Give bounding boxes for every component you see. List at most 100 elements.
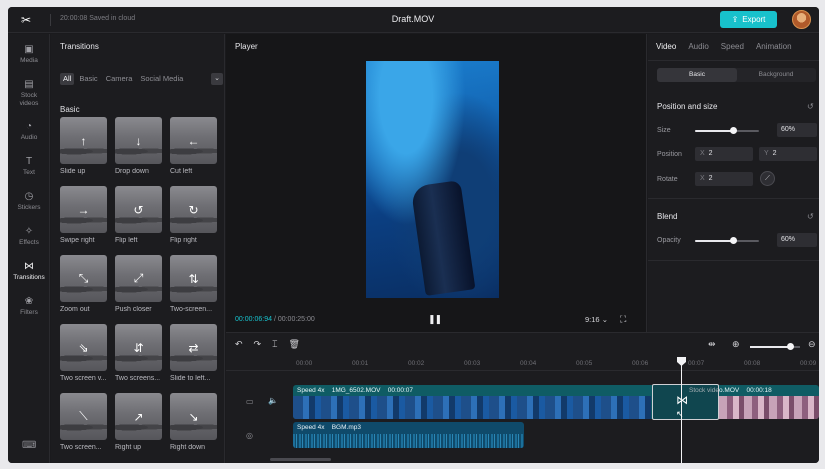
slider-thumb[interactable] [730, 237, 737, 244]
transition-preview-icon: ⇅ [188, 271, 199, 286]
transition-label: Two-screen... [170, 306, 213, 313]
rail-item-stickers[interactable]: ◷ Stickers [8, 190, 50, 211]
rotate-knob-icon[interactable]: ⟋ [760, 171, 775, 186]
size-slider[interactable] [695, 127, 759, 134]
segment-background[interactable]: Background [736, 68, 816, 82]
timeline-zoom-slider[interactable] [750, 343, 800, 350]
text-icon: T [25, 156, 33, 167]
transition-tile[interactable]: ↘ [170, 393, 217, 440]
left-rail: ▣ Media ▤ Stock videos ◔ Audio T Text ◷ … [8, 34, 50, 463]
audio-waveform [293, 434, 524, 448]
aspect-ratio-select[interactable]: 9:16 ⌄ [585, 315, 608, 324]
filter-camera[interactable]: Camera [103, 73, 136, 85]
transition-tile[interactable]: ⇄ [170, 324, 217, 371]
rail-item-audio[interactable]: ◔ Audio [8, 120, 50, 141]
rail-label: Stock videos [19, 92, 39, 107]
capcut-logo-icon[interactable]: ✂ [21, 13, 35, 27]
rail-item-text[interactable]: T Text [8, 155, 50, 176]
filter-basic[interactable]: Basic [76, 73, 100, 85]
blend-heading: Blend [657, 212, 678, 221]
transition-tile[interactable]: → [60, 186, 107, 233]
stock-videos-icon: ▤ [24, 79, 34, 90]
tab-audio[interactable]: Audio [688, 42, 708, 51]
filter-social-media[interactable]: Social Media [137, 73, 186, 85]
chevron-down-icon[interactable]: ⌄ [211, 73, 223, 85]
transition-preview-icon: ⇵ [133, 340, 144, 355]
user-avatar[interactable] [792, 10, 811, 29]
fullscreen-icon[interactable]: ⛶ [620, 314, 626, 325]
properties-panel: Video Audio Speed Animation Basic Backgr… [648, 34, 819, 332]
video-track-icon: ▭ [246, 397, 254, 406]
time-ruler[interactable]: 00:00 00:01 00:02 00:03 00:04 00:05 00:06 00:07… [226, 357, 819, 371]
keyboard-icon[interactable]: ⌨ [22, 440, 36, 451]
transition-tile[interactable]: ↻ [170, 186, 217, 233]
transition-label: Right up [115, 444, 142, 451]
transition-tile[interactable]: ↺ [115, 186, 162, 233]
transition-tile[interactable]: ⤡ [60, 255, 107, 302]
transition-tile[interactable]: ↑ [60, 117, 107, 164]
position-x-field[interactable]: X2 [695, 147, 753, 161]
media-icon: ▣ [24, 44, 34, 55]
transition-tile[interactable]: ↗ [115, 393, 162, 440]
video-clip[interactable]: Speed 4x 1MG_6502.MOV 00:00:07 Stock vid… [293, 385, 819, 419]
pause-icon[interactable]: ❚❚ [428, 314, 442, 325]
position-y-field[interactable]: Y2 [759, 147, 817, 161]
transitions-icon[interactable]: ⋈ [676, 393, 688, 407]
ruler-tick: 00:01 [352, 360, 369, 367]
split-icon[interactable]: ⌶ [272, 339, 277, 350]
clip-thumbnails [293, 396, 651, 419]
opacity-slider[interactable] [695, 237, 759, 244]
divider [648, 60, 819, 61]
x-axis-label: X [700, 150, 705, 157]
rail-item-transitions[interactable]: ⋈ Transitions [8, 260, 50, 281]
aspect-ratio-value: 9:16 [585, 315, 600, 324]
export-button[interactable]: ⇪ Export [720, 11, 777, 28]
zoom-in-icon[interactable]: ⊕ [732, 339, 740, 350]
size-value-field[interactable]: 60% [777, 123, 817, 137]
transition-label: Flip right [170, 237, 197, 244]
transition-preview-icon: ⇄ [188, 340, 199, 355]
snap-icon[interactable]: ⇹ [708, 339, 716, 350]
segmented-control: Basic Background [657, 68, 816, 82]
transition-tile[interactable]: ← [170, 117, 217, 164]
slider-thumb[interactable] [787, 343, 794, 350]
rail-item-stock-videos[interactable]: ▤ Stock videos [8, 78, 50, 108]
opacity-value-field[interactable]: 60% [777, 233, 817, 247]
rail-item-filters[interactable]: ❀ Filters [8, 295, 50, 316]
transition-preview-icon: ↘ [188, 409, 199, 424]
filter-all[interactable]: All [60, 73, 75, 85]
tab-video[interactable]: Video [656, 42, 676, 51]
transition-preview-icon: ⤢ [133, 271, 144, 285]
delete-icon[interactable]: 🗑 [289, 339, 300, 350]
rotate-field[interactable]: X2 [695, 172, 753, 186]
volume-icon[interactable]: 🔈 [268, 396, 278, 405]
rail-label: Media [20, 57, 38, 64]
stickers-icon: ◷ [24, 191, 34, 202]
slider-thumb[interactable] [730, 127, 737, 134]
audio-clip[interactable]: Speed 4x BGM.mp3 [293, 422, 524, 448]
redo-icon[interactable]: ↷ [254, 339, 262, 350]
rail-item-effects[interactable]: ✧ Effects [8, 225, 50, 246]
transition-tile[interactable]: ⟍ [60, 393, 107, 440]
reset-icon[interactable]: ↺ [807, 212, 814, 221]
transition-tile[interactable]: ↓ [115, 117, 162, 164]
clip-header: Speed 4x BGM.mp3 [297, 424, 361, 431]
reset-icon[interactable]: ↺ [807, 102, 814, 111]
tab-speed[interactable]: Speed [721, 42, 744, 51]
zoom-out-icon[interactable]: ⊖ [808, 339, 816, 350]
rail-item-media[interactable]: ▣ Media [8, 43, 50, 64]
total-time: 00:00:25:00 [277, 316, 315, 323]
segment-basic[interactable]: Basic [657, 68, 737, 82]
project-title[interactable]: Draft.MOV [368, 14, 458, 24]
tab-animation[interactable]: Animation [756, 42, 792, 51]
properties-tabs: Video Audio Speed Animation [656, 42, 792, 51]
transition-tile[interactable]: ⇵ [115, 324, 162, 371]
ruler-tick: 00:04 [520, 360, 537, 367]
video-preview[interactable] [366, 61, 499, 298]
transition-tile[interactable]: ⤢ [115, 255, 162, 302]
transition-tile[interactable]: ⇅ [170, 255, 217, 302]
transition-tile[interactable]: ⇘ [60, 324, 107, 371]
horizontal-scrollbar[interactable] [270, 458, 331, 461]
transition-preview-icon: ↓ [135, 133, 142, 148]
undo-icon[interactable]: ↶ [235, 339, 243, 350]
